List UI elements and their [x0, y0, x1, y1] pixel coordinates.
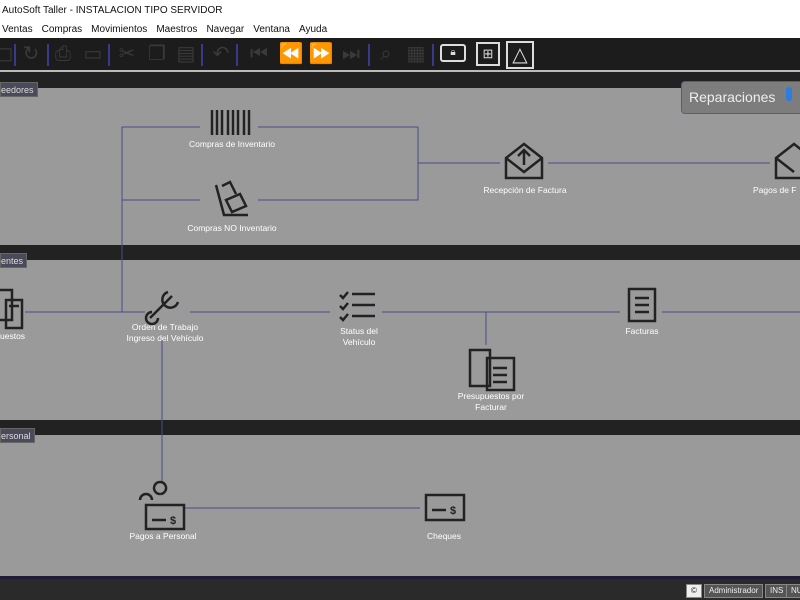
envelope-upload-icon — [504, 142, 544, 180]
node-pagos-factura[interactable]: Pagos de F — [753, 185, 800, 196]
checklist-icon — [339, 291, 375, 322]
status-ins: INS — [765, 584, 789, 598]
flow-line — [258, 126, 419, 201]
copyright-icon: © — [686, 584, 702, 598]
dollar-sign: $ — [170, 515, 176, 527]
barcode-icon — [210, 110, 251, 135]
node-presupuestos-facturar[interactable]: Presupuestos por Facturar — [421, 391, 561, 413]
status-user: Administrador — [704, 584, 764, 598]
flow-diagram: $$ — [0, 110, 800, 531]
wrench-car-icon — [144, 290, 180, 326]
estimates-icon — [468, 348, 516, 392]
node-orden-trabajo[interactable]: Orden de Trabajo Ingreso del Vehículo — [95, 322, 235, 344]
node-recepcion-factura[interactable]: Recepción de Factura — [455, 185, 595, 196]
node-pagos-personal[interactable]: Pagos a Personal — [93, 531, 233, 542]
node-status-vehiculo[interactable]: Status del Vehículo — [289, 326, 429, 348]
invoice-icon — [627, 287, 657, 323]
check-icon — [424, 493, 466, 522]
envelope-money-icon — [774, 142, 800, 180]
pay-staff-icon — [138, 480, 186, 531]
hand-truck-icon — [214, 180, 248, 217]
document-calculator-icon — [0, 288, 24, 330]
dollar-sign: $ — [450, 505, 456, 517]
flow-line — [121, 126, 200, 312]
node-compras-no-inventario[interactable]: Compras NO Inventario — [162, 223, 302, 234]
node-facturas[interactable]: Facturas — [572, 326, 712, 337]
node-cheques[interactable]: Cheques — [374, 531, 514, 542]
status-bar: © Administrador INS NUM — [0, 576, 800, 600]
node-compras-inventario[interactable]: Compras de Inventario — [162, 139, 302, 150]
node-presupuestos[interactable]: uestos — [0, 331, 40, 342]
status-num: NUM — [786, 584, 800, 598]
